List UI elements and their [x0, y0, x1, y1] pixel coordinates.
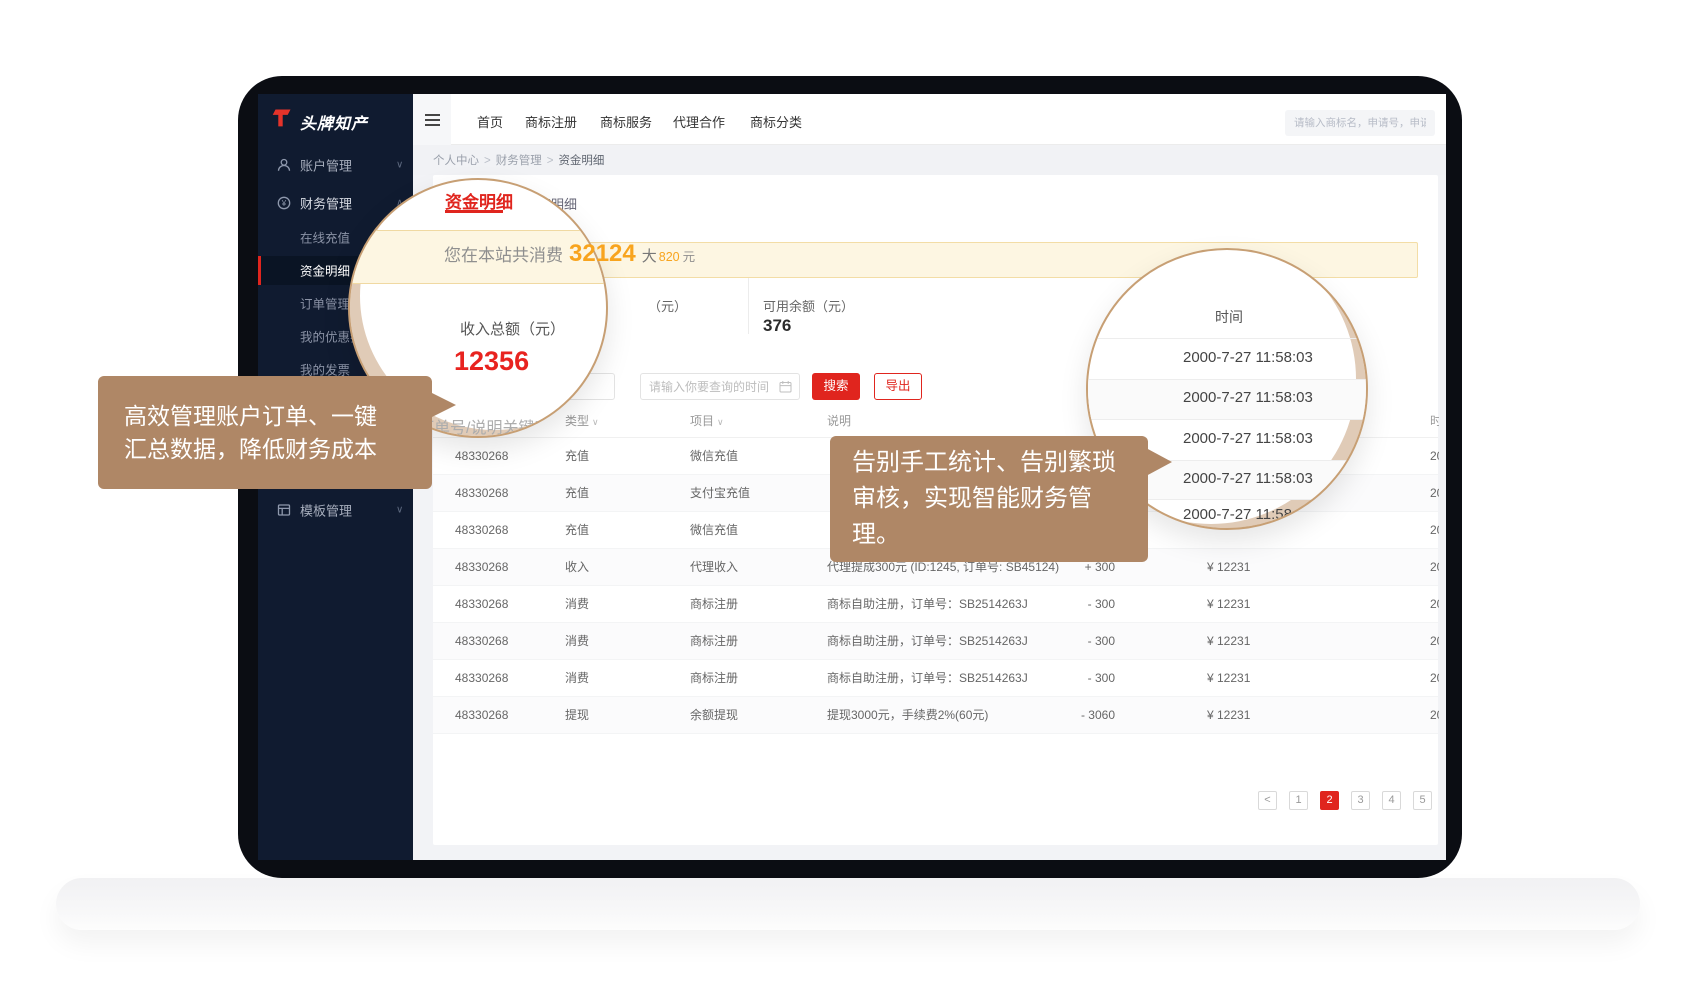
nav-item-trademark-service[interactable]: 商标服务: [600, 112, 652, 131]
callout-right: 告别手工统计、告别繁琐 审核，实现智能财务管 理。: [830, 436, 1148, 562]
stat-available-label: 可用余额（元）: [763, 296, 854, 315]
export-button[interactable]: 导出: [874, 373, 922, 400]
callout-right-line2: 审核，实现智能财务管: [852, 481, 1148, 517]
th-type[interactable]: 类型∨: [565, 404, 599, 439]
table-row[interactable]: 48330268消费商标注册商标自助注册，订单号：SB2514263J- 300…: [433, 586, 1438, 623]
sidebar-group-finance[interactable]: 财务管理: [300, 194, 352, 213]
sidebar-group-template[interactable]: 模板管理: [300, 501, 352, 520]
callout-left: 高效管理账户订单、一键 汇总数据，降低财务成本: [98, 376, 432, 489]
pagination-page-4[interactable]: 4: [1382, 791, 1401, 810]
laptop-base: [56, 878, 1640, 930]
nav-item-trademark-category[interactable]: 商标分类: [750, 112, 802, 131]
magnified-divider: [1088, 419, 1368, 420]
search-button[interactable]: 搜索: [812, 373, 860, 400]
stat-divider: [748, 278, 749, 334]
calendar-icon[interactable]: [779, 380, 792, 393]
breadcrumb-current: 资金明细: [558, 155, 604, 167]
banner-amount-big: 32124: [569, 240, 636, 268]
magnified-time-row: 2000-7-27 11:58:03: [1183, 470, 1313, 487]
banner-unit: 元: [683, 246, 696, 265]
breadcrumb-item[interactable]: 财务管理: [496, 155, 542, 167]
stat-available-value: 376: [763, 316, 791, 336]
magnified-time-row: 2000-7-27 11:58:03: [1183, 506, 1313, 523]
banner-amount-small: 820: [659, 250, 680, 264]
top-search-input[interactable]: [1285, 110, 1435, 136]
pagination-page-3[interactable]: 3: [1351, 791, 1370, 810]
pagination-page-2-active[interactable]: 2: [1320, 791, 1339, 810]
callout-right-line3: 理。: [852, 517, 1148, 553]
sidebar-item-online-recharge[interactable]: 在线充值: [300, 228, 350, 247]
callout-right-line1: 告别手工统计、告别繁琐: [852, 445, 1148, 481]
pagination: < 1 2 3 4 5: [1258, 791, 1432, 810]
pagination-page-1[interactable]: 1: [1289, 791, 1308, 810]
sidebar-active-indicator: [258, 256, 261, 285]
svg-text:¥: ¥: [281, 199, 287, 208]
pagination-prev-button[interactable]: <: [1258, 791, 1277, 810]
sort-caret-icon: ∨: [592, 417, 599, 427]
breadcrumb-item[interactable]: 个人中心: [433, 155, 479, 167]
hamburger-menu-icon[interactable]: [413, 94, 451, 145]
finance-icon: ¥: [277, 196, 291, 210]
banner-mid: 大: [642, 245, 657, 266]
breadcrumb: 个人中心>财务管理>资金明细: [433, 152, 604, 168]
pagination-page-5[interactable]: 5: [1413, 791, 1432, 810]
table-row[interactable]: 48330268提现余额提现提现3000元，手续费2%(60元)- 3060¥ …: [433, 697, 1438, 734]
sidebar-item-fund-detail[interactable]: 资金明细: [300, 261, 350, 280]
banner-prefix: 您在本站共消费: [444, 241, 563, 266]
th-project[interactable]: 项目∨: [690, 404, 724, 439]
magnified-divider: [1088, 379, 1368, 380]
magnified-time-row: 2000-7-27 11:58:03: [1183, 389, 1313, 406]
sidebar-group-account[interactable]: 账户管理: [300, 156, 352, 175]
stat-middle-label-partial: （元）: [648, 296, 687, 315]
brand-logo-text: 头牌知产: [300, 110, 368, 134]
th-time: 时间: [1430, 404, 1439, 438]
chevron-down-icon[interactable]: ∨: [396, 505, 403, 516]
callout-left-pointer: [430, 392, 456, 418]
user-icon: [277, 158, 291, 172]
template-icon: [277, 503, 291, 517]
nav-item-trademark-register[interactable]: 商标注册: [525, 112, 577, 131]
sidebar-item-order-manage[interactable]: 订单管理: [300, 294, 350, 313]
magnified-income-value: 12356: [454, 346, 529, 377]
magnified-time-row: 2000-7-27 11:58:03: [1183, 430, 1313, 447]
callout-right-pointer: [1146, 448, 1172, 476]
magnified-time-row: 2000-7-27 11:58:03: [1183, 349, 1313, 366]
nav-item-home[interactable]: 首页: [477, 112, 503, 131]
nav-item-agency[interactable]: 代理合作: [673, 112, 725, 131]
consume-banner-text: 您在本站共消费 32124 大 820 元: [444, 240, 695, 278]
th-desc: 说明: [827, 404, 851, 438]
date-input[interactable]: [640, 373, 800, 400]
magnified-tab-underline: [445, 210, 503, 213]
sort-caret-icon: ∨: [717, 417, 724, 427]
magnified-income-label: 收入总额（元）: [460, 318, 565, 339]
callout-left-line1: 高效管理账户订单、一键: [124, 400, 432, 433]
table-row[interactable]: 48330268消费商标注册商标自助注册，订单号：SB2514263J- 300…: [433, 623, 1438, 660]
chevron-down-icon[interactable]: ∨: [396, 160, 403, 171]
callout-left-line2: 汇总数据，降低财务成本: [124, 433, 432, 466]
brand-logo-icon: [272, 107, 294, 129]
magnified-time-header: 时间: [1088, 302, 1368, 332]
magnified-divider: [1088, 338, 1368, 339]
table-row[interactable]: 48330268消费商标注册商标自助注册，订单号：SB2514263J- 300…: [433, 660, 1438, 697]
